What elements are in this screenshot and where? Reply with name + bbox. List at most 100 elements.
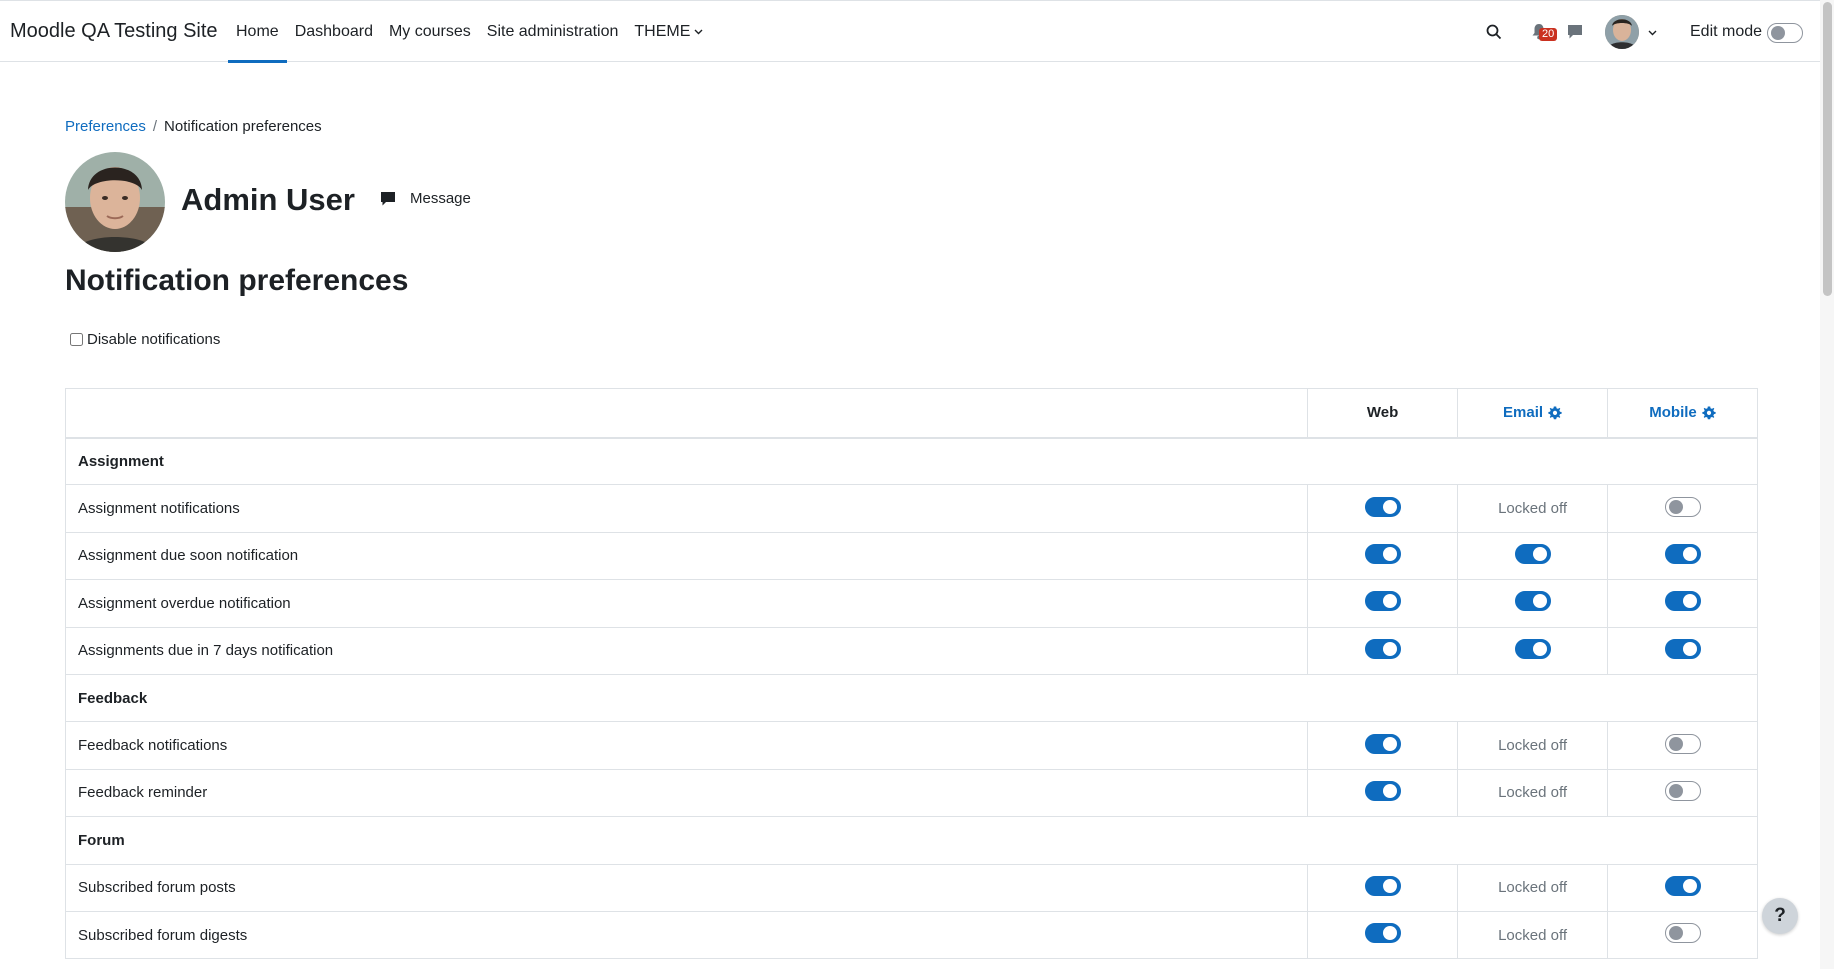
search-icon[interactable] [1486, 24, 1502, 40]
mobile-cell [1607, 626, 1758, 675]
nav-my-courses-label: My courses [388, 22, 471, 40]
nav-dashboard[interactable]: Dashboard [287, 1, 381, 62]
email-toggle[interactable] [1514, 543, 1551, 564]
group-heading: Forum [65, 816, 1758, 865]
nav-home-label: Home [236, 22, 279, 40]
notification-name: Assignment notifications [64, 484, 1309, 533]
disable-notifications-label: Disable notifications [87, 331, 221, 348]
header-mobile-label: Mobile [1649, 404, 1697, 422]
web-toggle[interactable] [1364, 638, 1401, 659]
avatar-image [1605, 15, 1639, 49]
breadcrumb-preferences-link[interactable]: Preferences [65, 118, 146, 135]
email-toggle[interactable] [1514, 591, 1551, 612]
web-cell [1307, 579, 1459, 628]
table-header-row: Web Email Mobile [64, 388, 1758, 439]
mobile-toggle[interactable] [1664, 733, 1701, 754]
user-avatar[interactable] [1605, 15, 1639, 49]
notification-name: Feedback reminder [64, 768, 1309, 818]
gear-icon [1548, 406, 1562, 420]
chat-bubble-icon[interactable] [1567, 24, 1583, 40]
disable-notifications-checkbox[interactable] [70, 333, 83, 346]
web-toggle[interactable] [1364, 733, 1401, 754]
email-locked-text: Locked off [1498, 926, 1568, 944]
mobile-cell [1607, 910, 1758, 960]
nav-my-courses[interactable]: My courses [381, 1, 479, 62]
nav-home[interactable]: Home [228, 1, 287, 63]
web-toggle[interactable] [1364, 923, 1401, 944]
top-navbar: Moodle QA Testing Site Home Dashboard My… [0, 0, 1834, 63]
chat-bubble-icon [381, 191, 395, 205]
header-web-label: Web [1366, 404, 1399, 422]
header-email-label: Email [1503, 404, 1544, 422]
web-toggle[interactable] [1364, 780, 1401, 801]
email-cell [1457, 626, 1609, 675]
mobile-cell [1607, 721, 1758, 770]
table-row: Assignments due in 7 days notification [64, 626, 1758, 675]
email-cell [1457, 579, 1609, 628]
email-locked-text: Locked off [1498, 737, 1568, 755]
profile-avatar[interactable] [65, 152, 165, 252]
web-cell [1307, 626, 1459, 675]
nav-site-administration-label: Site administration [486, 22, 619, 40]
email-locked-text: Locked off [1498, 784, 1568, 802]
message-button-label: Message [410, 190, 471, 207]
edit-mode-toggle[interactable] [1767, 23, 1803, 43]
mobile-toggle[interactable] [1664, 543, 1701, 564]
mobile-toggle[interactable] [1664, 780, 1701, 801]
email-cell: Locked off [1457, 484, 1609, 533]
mobile-toggle[interactable] [1664, 923, 1701, 944]
mobile-toggle[interactable] [1664, 496, 1701, 517]
notification-name: Assignment overdue notification [64, 579, 1309, 628]
nav-site-administration[interactable]: Site administration [479, 1, 627, 62]
message-button[interactable]: Message [380, 190, 471, 207]
help-button[interactable]: ? [1762, 898, 1798, 934]
mobile-cell [1607, 863, 1758, 912]
gear-icon [1702, 406, 1716, 420]
scrollbar-thumb[interactable] [1823, 2, 1832, 296]
web-toggle[interactable] [1364, 496, 1401, 517]
group-heading: Assignment [65, 436, 1758, 486]
email-settings-link[interactable]: Email [1503, 404, 1562, 421]
web-toggle[interactable] [1364, 543, 1401, 564]
mobile-cell [1607, 579, 1758, 628]
chevron-down-icon[interactable] [1648, 30, 1657, 36]
web-toggle[interactable] [1364, 591, 1401, 612]
email-locked-text: Locked off [1498, 500, 1568, 518]
header-mobile: Mobile [1607, 388, 1758, 439]
email-cell: Locked off [1457, 910, 1609, 960]
web-cell [1307, 910, 1459, 960]
preferences-table-body: Assignment Assignment notifications Locked… [64, 436, 1758, 960]
nav-theme-dropdown[interactable]: THEME [626, 1, 711, 62]
nav-dashboard-label: Dashboard [294, 22, 373, 40]
mobile-toggle[interactable] [1664, 591, 1701, 612]
page-scrollbar[interactable] [1820, 0, 1834, 969]
web-cell [1307, 768, 1459, 818]
mobile-cell [1607, 484, 1758, 533]
web-cell [1307, 863, 1459, 912]
group-heading: Feedback [65, 673, 1758, 723]
email-cell: Locked off [1457, 721, 1609, 770]
notification-name: Subscribed forum posts [64, 863, 1309, 912]
notification-name: Assignment due soon notification [64, 531, 1309, 581]
disable-notifications-row: Disable notifications [70, 331, 220, 348]
primary-navigation: Home Dashboard My courses Site administr… [228, 1, 711, 63]
site-brand[interactable]: Moodle QA Testing Site [10, 20, 218, 43]
email-cell: Locked off [1457, 863, 1609, 912]
page-title: Notification preferences [65, 264, 409, 297]
group-row-forum: Forum [65, 816, 1758, 865]
notification-count-badge: 20 [1539, 28, 1558, 41]
group-row-feedback: Feedback [65, 673, 1758, 723]
mobile-settings-link[interactable]: Mobile [1649, 404, 1716, 421]
notification-name: Subscribed forum digests [64, 910, 1309, 960]
table-row: Assignment overdue notification [64, 579, 1758, 628]
mobile-toggle[interactable] [1664, 875, 1701, 896]
user-full-name: Admin User [181, 182, 355, 217]
table-row: Subscribed forum posts Locked off [64, 863, 1758, 912]
breadcrumb-separator: / [152, 118, 158, 135]
web-cell [1307, 721, 1459, 770]
mobile-toggle[interactable] [1664, 638, 1701, 659]
email-toggle[interactable] [1514, 638, 1551, 659]
nav-theme-label: THEME [634, 22, 691, 40]
web-toggle[interactable] [1364, 875, 1401, 896]
web-cell [1307, 484, 1459, 533]
